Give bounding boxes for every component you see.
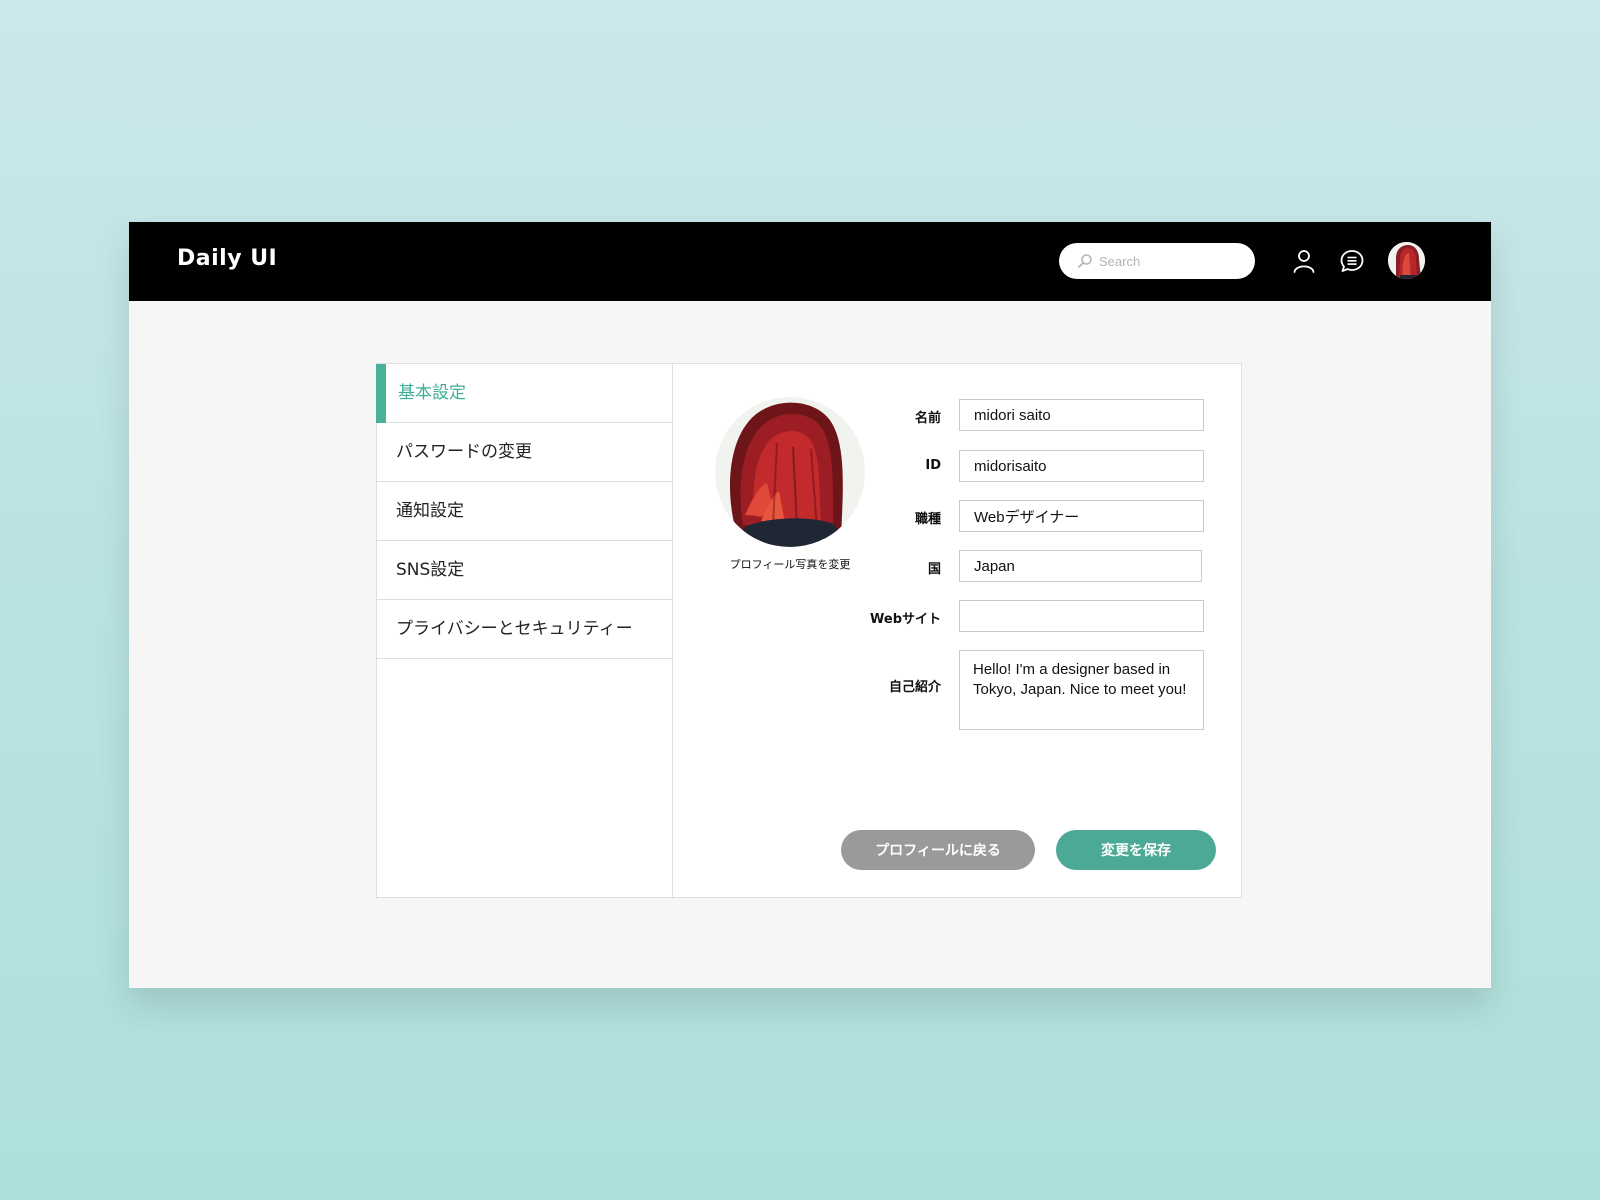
change-photo-link[interactable]: プロフィール写真を変更	[697, 556, 883, 572]
profile-photo[interactable]	[715, 397, 865, 547]
sidebar-item-label: プライバシーとセキュリティー	[396, 619, 633, 639]
app-logo[interactable]: Daily UI	[177, 246, 277, 271]
top-nav-bar: Daily UI	[129, 222, 1491, 301]
settings-sidebar: 基本設定 パスワードの変更 通知設定 SNS設定 プライバシーとセキュリティー	[376, 364, 673, 897]
back-to-profile-button[interactable]: プロフィールに戻る	[841, 830, 1035, 870]
user-icon[interactable]	[1291, 248, 1317, 274]
user-avatar[interactable]	[1388, 242, 1425, 279]
settings-card: 基本設定 パスワードの変更 通知設定 SNS設定 プライバシーとセキュリティー	[376, 363, 1242, 898]
bio-label: 自己紹介	[888, 680, 941, 695]
sidebar-item-sns[interactable]: SNS設定	[377, 541, 672, 600]
search-input[interactable]	[1099, 250, 1239, 272]
sidebar-item-label: 通知設定	[396, 501, 464, 521]
search-icon	[1078, 254, 1092, 268]
sidebar-item-label: パスワードの変更	[396, 442, 532, 462]
country-field[interactable]	[959, 550, 1202, 582]
sidebar-item-privacy-security[interactable]: プライバシーとセキュリティー	[377, 600, 672, 659]
sidebar-item-change-password[interactable]: パスワードの変更	[377, 423, 672, 482]
job-field[interactable]	[959, 500, 1204, 532]
chat-icon[interactable]	[1339, 248, 1365, 274]
website-label: Webサイト	[870, 612, 941, 627]
job-label: 職種	[914, 512, 941, 527]
search-box[interactable]	[1059, 243, 1255, 279]
name-label: 名前	[914, 411, 941, 426]
name-field[interactable]	[959, 399, 1204, 431]
id-field[interactable]	[959, 450, 1204, 482]
sidebar-item-label: 基本設定	[398, 383, 466, 403]
sidebar-item-notifications[interactable]: 通知設定	[377, 482, 672, 541]
active-indicator	[376, 364, 386, 423]
save-changes-button[interactable]: 変更を保存	[1056, 830, 1216, 870]
country-label: 国	[927, 562, 941, 577]
sidebar-item-label: SNS設定	[396, 560, 465, 580]
sidebar-item-basic-settings[interactable]: 基本設定	[376, 364, 672, 423]
id-label: ID	[925, 458, 941, 473]
bio-textarea[interactable]: Hello! I'm a designer based in Tokyo, Ja…	[959, 650, 1204, 730]
website-field[interactable]	[959, 600, 1204, 632]
app-window: Daily UI Search 基本設定 パスワードの変更 通知設定 SNS設定…	[129, 222, 1491, 988]
